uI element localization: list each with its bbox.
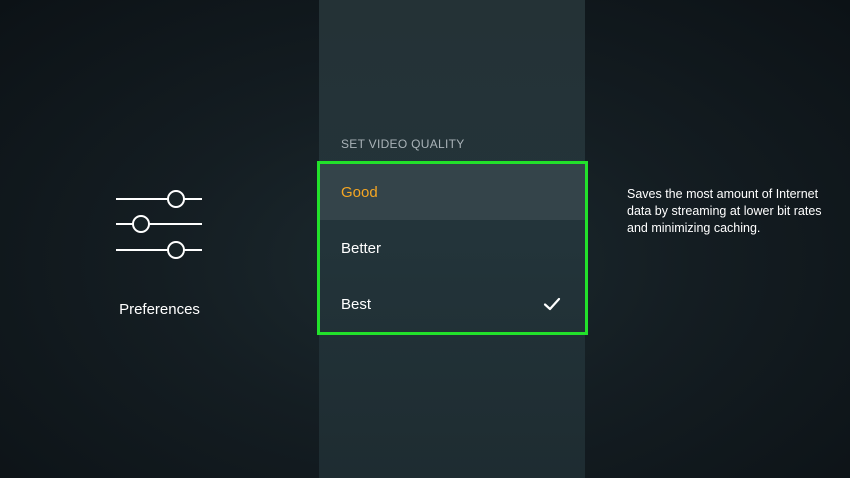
option-best[interactable]: Best [320,276,585,332]
option-good[interactable]: Good [320,164,585,220]
option-better[interactable]: Better [320,220,585,276]
option-label: Best [341,295,372,313]
option-label: Better [341,239,382,257]
category-panel: Preferences [0,0,319,478]
video-quality-list: Good Better Best [317,161,588,335]
sliders-icon [116,190,202,259]
check-icon [543,297,561,311]
preferences-label: Preferences [119,301,200,318]
section-title: SET VIDEO QUALITY [341,137,465,151]
option-description: Saves the most amount of Internet data b… [627,187,822,235]
option-label: Good [341,183,378,201]
